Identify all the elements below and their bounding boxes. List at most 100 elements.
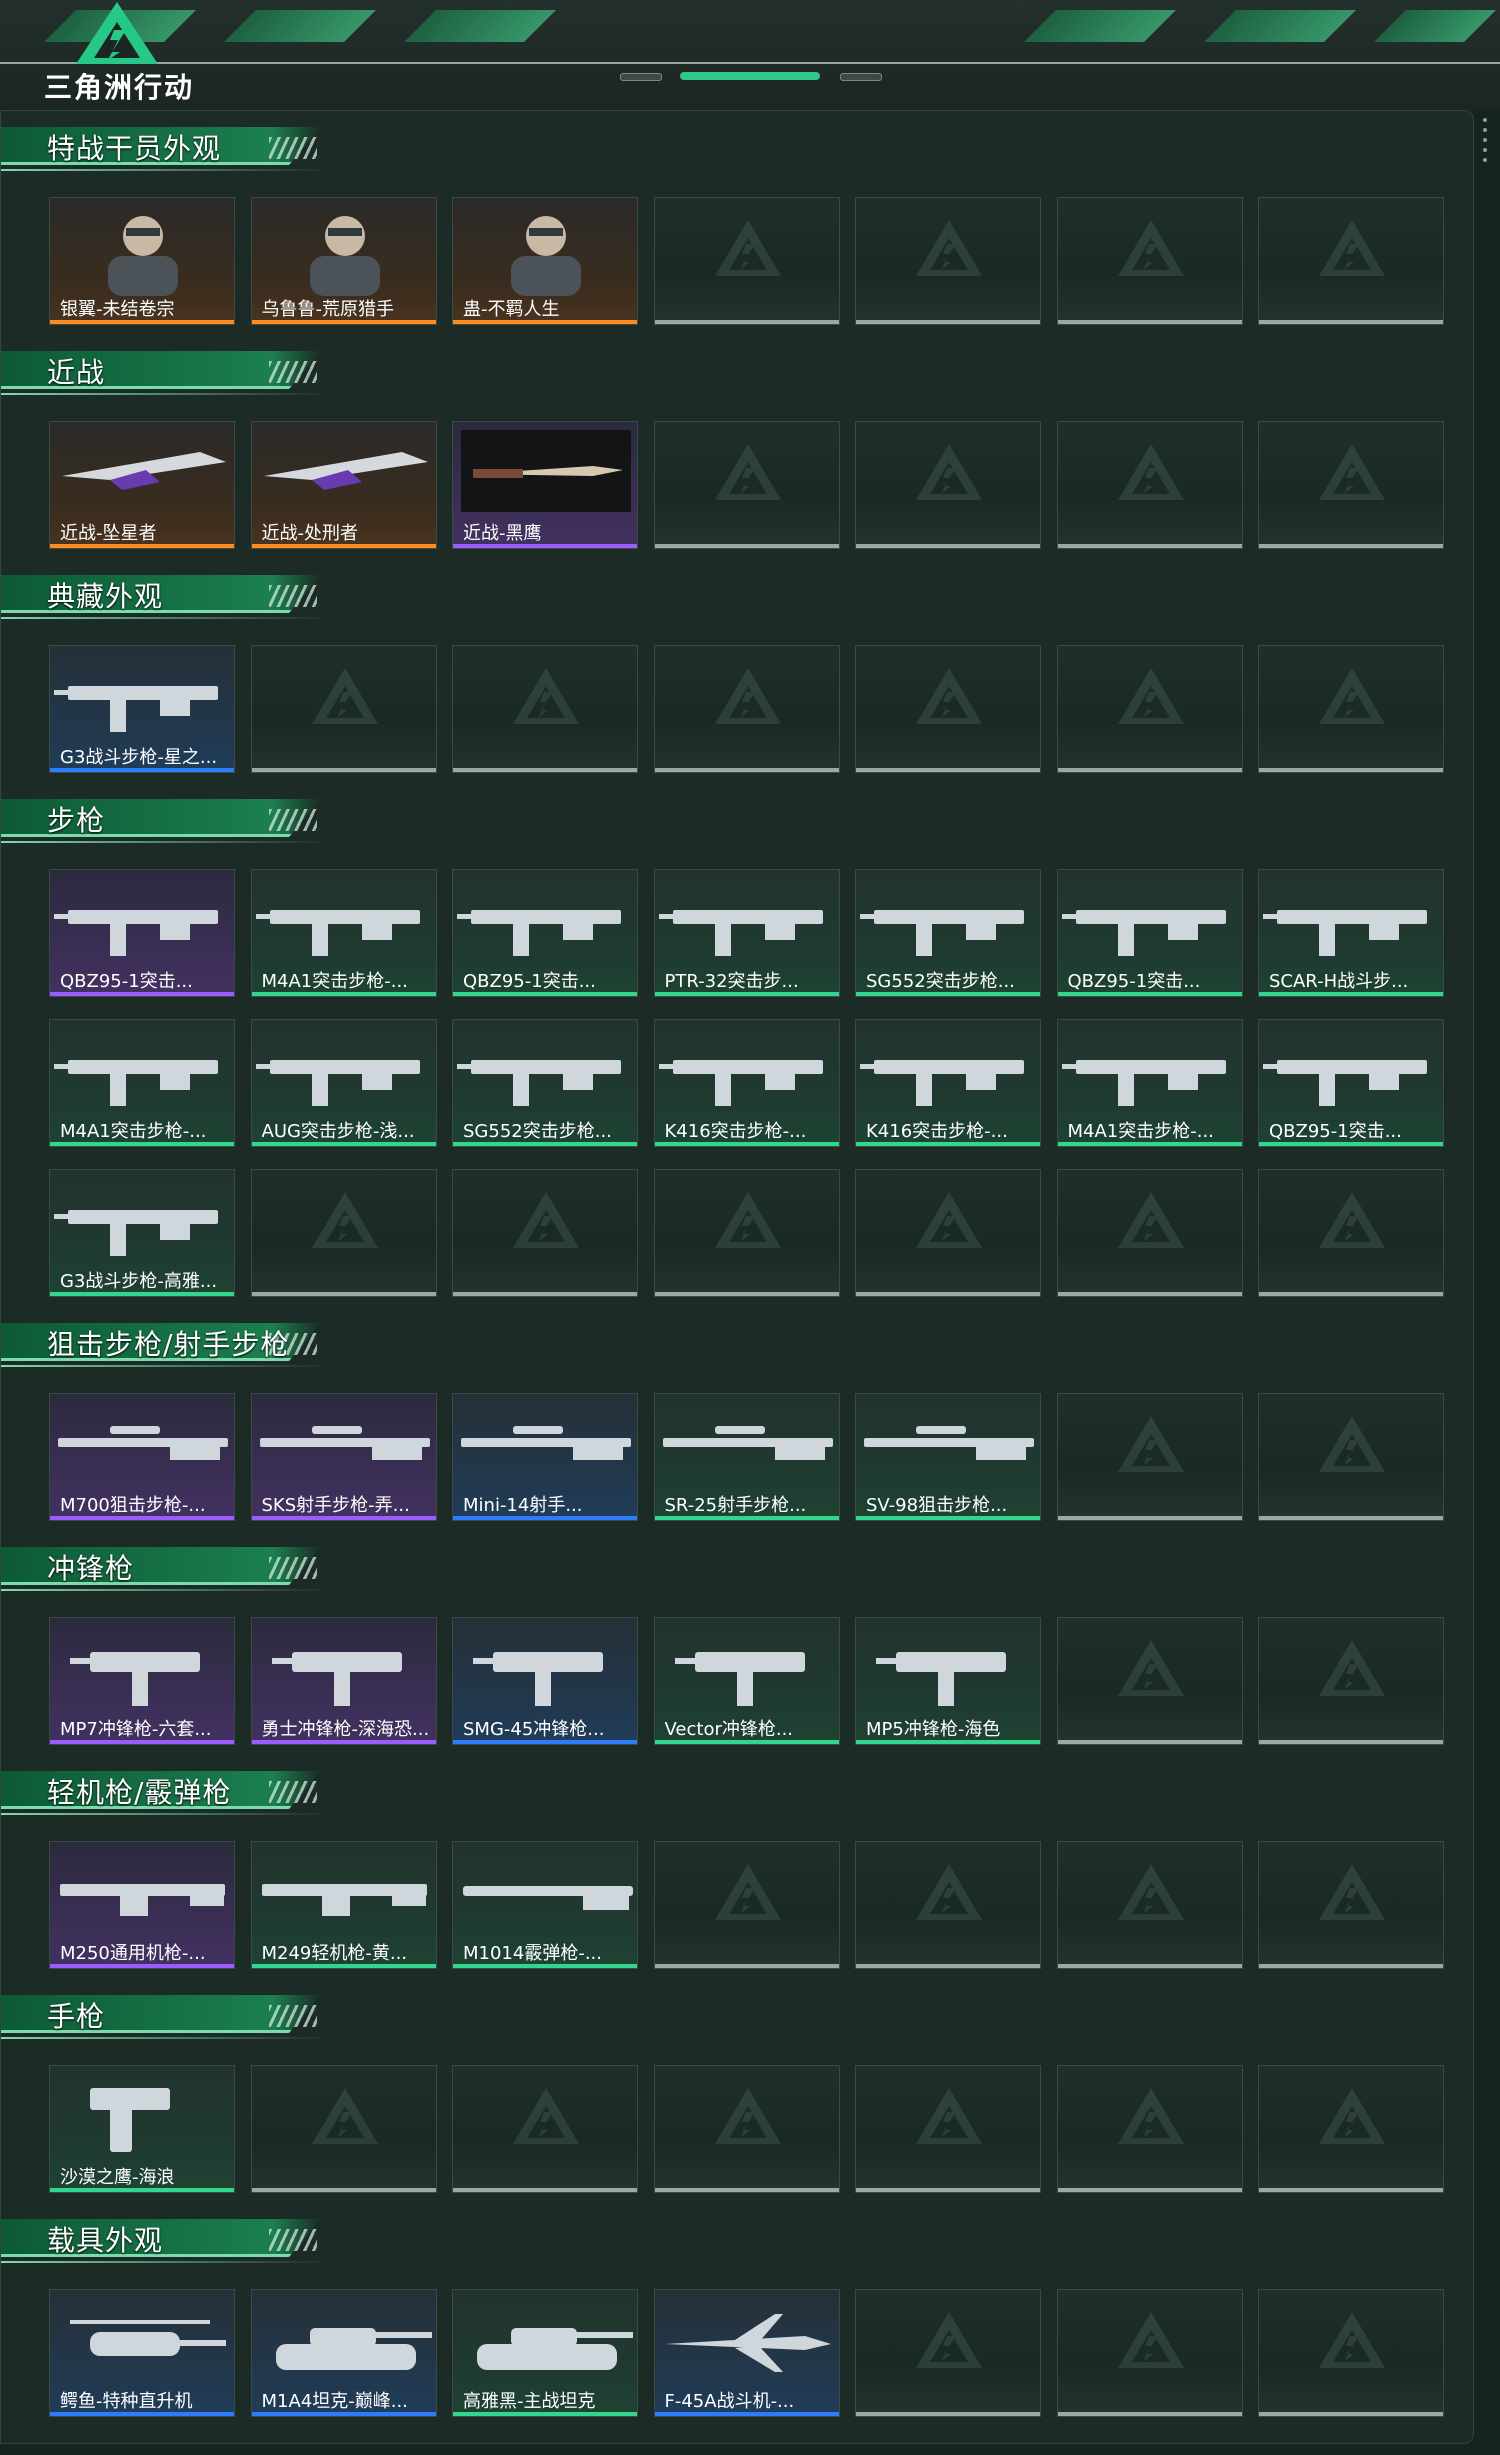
placeholder-logo-icon bbox=[1319, 220, 1385, 276]
item-card[interactable]: SG552突击步枪... bbox=[855, 869, 1041, 997]
item-card[interactable]: AUG突击步枪-浅... bbox=[250, 1019, 437, 1147]
item-card[interactable]: 高雅黑-主战坦克 bbox=[452, 2289, 638, 2417]
item-card[interactable]: MP7冲锋枪-六套... bbox=[49, 1617, 235, 1745]
item-card[interactable]: QBZ95-1突击... bbox=[452, 869, 638, 997]
rarity-bar bbox=[50, 768, 234, 772]
empty-slot-bar bbox=[1259, 544, 1443, 548]
item-card[interactable]: SR-25射手步枪... bbox=[653, 1393, 840, 1521]
item-card[interactable]: SKS射手步枪-弄... bbox=[250, 1393, 437, 1521]
section-title: 典藏外观 bbox=[47, 580, 164, 613]
section-slash-decor bbox=[269, 1781, 317, 1803]
sniper-icon bbox=[864, 1426, 1034, 1460]
section-title: 狙击步枪/射手步枪 bbox=[47, 1328, 290, 1361]
item-card[interactable]: 近战-处刑者 bbox=[250, 421, 437, 549]
rarity-bar bbox=[50, 1740, 234, 1744]
empty-slot-bar bbox=[1057, 768, 1242, 772]
rarity-bar bbox=[1057, 992, 1242, 996]
rifle-icon bbox=[457, 1060, 621, 1106]
empty-slot bbox=[1258, 1393, 1444, 1521]
item-name: 沙漠之鹰-海浪 bbox=[60, 2167, 175, 2188]
sniper-icon bbox=[662, 1426, 833, 1460]
empty-slot bbox=[653, 1841, 840, 1969]
empty-slot bbox=[1056, 197, 1243, 325]
rarity-bar bbox=[654, 1740, 839, 1744]
header-center-ornament bbox=[620, 70, 882, 82]
item-card[interactable]: MP5冲锋枪-海色 bbox=[855, 1617, 1041, 1745]
item-card[interactable]: M4A1突击步枪-... bbox=[1056, 1019, 1243, 1147]
lmg-icon bbox=[60, 1884, 225, 1916]
empty-slot-bar bbox=[856, 1964, 1040, 1968]
item-card[interactable]: 蛊-不羁人生 bbox=[452, 197, 638, 325]
scrollbar-handle[interactable] bbox=[1482, 112, 1488, 182]
empty-slot-bar bbox=[453, 2188, 637, 2192]
empty-slot bbox=[855, 2065, 1041, 2193]
rifle-icon bbox=[658, 910, 823, 956]
item-name: M249轻机枪-黄... bbox=[261, 1943, 408, 1964]
item-card[interactable]: M250通用机枪-... bbox=[49, 1841, 235, 1969]
item-card[interactable]: K416突击步枪-... bbox=[653, 1019, 840, 1147]
placeholder-logo-icon bbox=[513, 1192, 579, 1248]
empty-slot bbox=[1258, 1169, 1444, 1297]
empty-slot bbox=[1056, 645, 1243, 773]
item-card[interactable]: Mini-14射手... bbox=[452, 1393, 638, 1521]
section-title: 冲锋枪 bbox=[47, 1552, 135, 1585]
rarity-bar bbox=[453, 320, 637, 324]
empty-slot bbox=[1056, 1393, 1243, 1521]
rifle-icon bbox=[457, 910, 621, 956]
rifle-icon bbox=[1263, 910, 1427, 956]
item-card[interactable]: M1014霰弹枪-... bbox=[452, 1841, 638, 1969]
item-card[interactable]: M4A1突击步枪-... bbox=[250, 869, 437, 997]
item-card[interactable]: 乌鲁鲁-荒原猎手 bbox=[250, 197, 437, 325]
operator-portrait-icon bbox=[511, 216, 581, 296]
empty-slot-bar bbox=[654, 1292, 839, 1296]
item-card[interactable]: SCAR-H战斗步... bbox=[1258, 869, 1444, 997]
item-card[interactable]: SG552突击步枪... bbox=[452, 1019, 638, 1147]
item-card[interactable]: SMG-45冲锋枪... bbox=[452, 1617, 638, 1745]
placeholder-logo-icon bbox=[916, 220, 982, 276]
item-card[interactable]: M249轻机枪-黄... bbox=[250, 1841, 437, 1969]
item-card[interactable]: Vector冲锋枪... bbox=[653, 1617, 840, 1745]
smg-icon bbox=[674, 1652, 805, 1706]
top-header: 三角洲行动 bbox=[0, 0, 1500, 110]
item-card[interactable]: M700狙击步枪-... bbox=[49, 1393, 235, 1521]
item-card[interactable]: K416突击步枪-... bbox=[855, 1019, 1041, 1147]
item-card[interactable]: 近战-黑鹰 bbox=[452, 421, 638, 549]
item-card[interactable]: M4A1突击步枪-... bbox=[49, 1019, 235, 1147]
rifle-icon bbox=[658, 1060, 823, 1106]
operator-portrait-icon bbox=[108, 216, 178, 296]
item-card[interactable]: 近战-坠星者 bbox=[49, 421, 235, 549]
item-card[interactable]: M1A4坦克-巅峰... bbox=[250, 2289, 437, 2417]
item-card[interactable]: PTR-32突击步... bbox=[653, 869, 840, 997]
item-card[interactable]: SV-98狙击步枪... bbox=[855, 1393, 1041, 1521]
rifle-icon bbox=[1061, 910, 1226, 956]
item-card[interactable]: 鳄鱼-特种直升机 bbox=[49, 2289, 235, 2417]
jet-icon bbox=[664, 2314, 831, 2372]
empty-slot bbox=[1258, 645, 1444, 773]
rifle-icon bbox=[1263, 1060, 1427, 1106]
item-name: QBZ95-1突击... bbox=[1269, 1121, 1402, 1142]
rarity-bar bbox=[453, 1142, 637, 1146]
item-card[interactable]: 沙漠之鹰-海浪 bbox=[49, 2065, 235, 2193]
lmg-icon bbox=[261, 1884, 427, 1916]
item-card[interactable]: QBZ95-1突击... bbox=[49, 869, 235, 997]
item-card[interactable]: 勇士冲锋枪-深海恐... bbox=[250, 1617, 437, 1745]
item-card[interactable]: G3战斗步枪-高雅... bbox=[49, 1169, 235, 1297]
sniper-icon bbox=[461, 1426, 631, 1460]
item-name: MP7冲锋枪-六套... bbox=[60, 1719, 212, 1740]
rarity-bar bbox=[50, 1292, 234, 1296]
rarity-bar bbox=[251, 1516, 436, 1520]
empty-slot-bar bbox=[453, 1292, 637, 1296]
item-card[interactable]: 银翼-未结卷宗 bbox=[49, 197, 235, 325]
item-card[interactable]: G3战斗步枪-星之... bbox=[49, 645, 235, 773]
placeholder-logo-icon bbox=[1117, 444, 1184, 500]
item-name: 近战-坠星者 bbox=[60, 523, 157, 544]
empty-slot-bar bbox=[1259, 1964, 1443, 1968]
item-name: G3战斗步枪-星之... bbox=[60, 747, 218, 768]
item-card[interactable]: F-45A战斗机-... bbox=[653, 2289, 840, 2417]
item-name: Vector冲锋枪... bbox=[664, 1719, 794, 1740]
item-card[interactable]: QBZ95-1突击... bbox=[1056, 869, 1243, 997]
item-name: M4A1突击步枪-... bbox=[1067, 1121, 1214, 1142]
rarity-bar bbox=[1259, 1142, 1443, 1146]
item-card[interactable]: QBZ95-1突击... bbox=[1258, 1019, 1444, 1147]
item-name: SV-98狙击步枪... bbox=[866, 1495, 1008, 1516]
